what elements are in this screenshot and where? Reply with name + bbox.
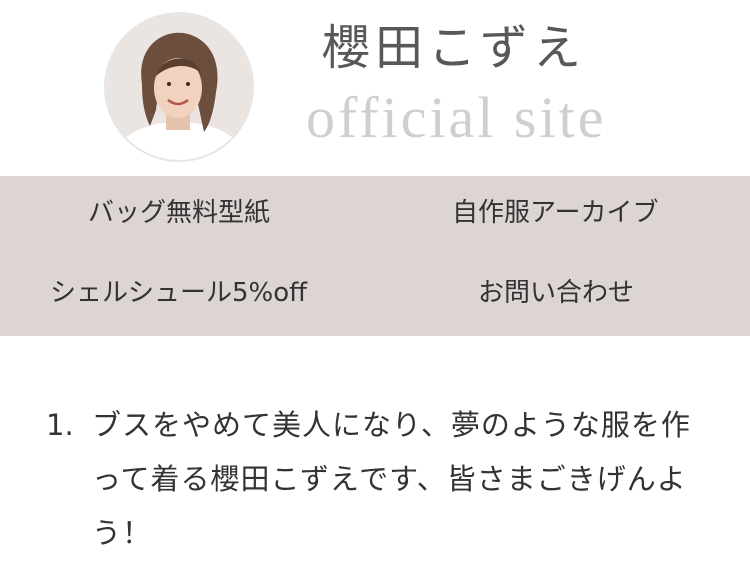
list-item-text: ブスをやめて美人になり、夢のような服を作って着る櫻田こずえです、皆さまごきげんよ… xyxy=(92,408,691,550)
site-subtitle[interactable]: official site xyxy=(306,86,606,150)
nav-link-shell-discount[interactable]: シェルシュール5%off xyxy=(50,278,307,309)
main-content: 1. ブスをやめて美人になり、夢のような服を作って着る櫻田こずえです、皆さまごき… xyxy=(0,336,750,569)
list-item-number: 1. xyxy=(46,408,74,442)
nav-link-contact[interactable]: お問い合わせ xyxy=(478,278,634,309)
nav-link-handmade-archive[interactable]: 自作服アーカイブ xyxy=(452,198,658,229)
avatar[interactable] xyxy=(104,12,254,162)
avatar-portrait-image xyxy=(106,14,252,160)
site-name[interactable]: 櫻田こずえ xyxy=(322,22,586,75)
site-header: 櫻田こずえ official site xyxy=(0,0,750,176)
main-navigation: バッグ無料型紙 自作服アーカイブ シェルシュール5%off お問い合わせ xyxy=(0,176,750,336)
nav-link-bag-pattern[interactable]: バッグ無料型紙 xyxy=(88,198,270,229)
